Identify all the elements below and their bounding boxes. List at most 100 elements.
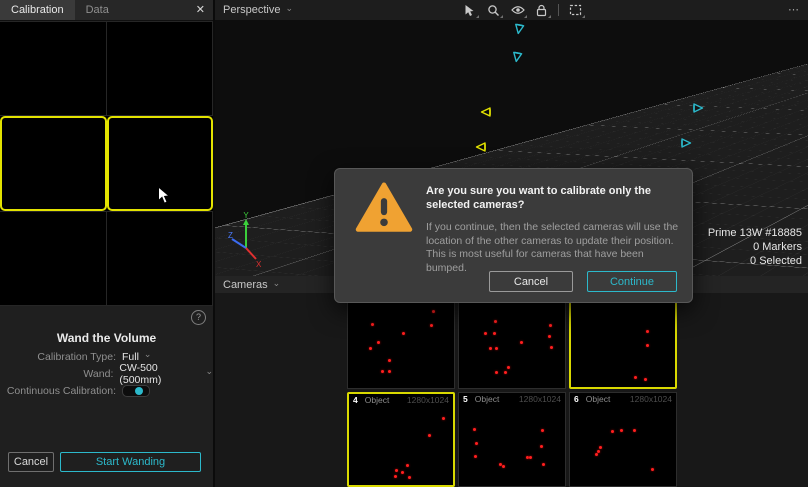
marker-dot [401, 471, 404, 474]
dialog-continue-button[interactable]: Continue [587, 271, 677, 292]
visibility-eye-icon[interactable] [510, 3, 525, 18]
marker-dot [394, 475, 397, 478]
view-selector[interactable]: Perspective [215, 4, 293, 16]
marker-dot [504, 371, 507, 374]
camera-thumbnail[interactable]: 5Object1280x1024 [458, 392, 566, 487]
selection-info-overlay: Prime 13W #18885 0 Markers 0 Selected [708, 226, 802, 268]
svg-text:Y: Y [243, 212, 249, 220]
marker-dot [540, 445, 543, 448]
selected-count-text: 0 Selected [708, 254, 802, 268]
marker-dot [371, 323, 374, 326]
camera-name-text: Prime 13W #18885 [708, 226, 802, 240]
camera-3d-marker[interactable] [474, 140, 488, 154]
camera-preview-cell[interactable] [0, 211, 107, 306]
camera-thumbnail-view [459, 405, 565, 486]
tab-data[interactable]: Data [75, 0, 120, 20]
camera-preview-cell[interactable] [0, 116, 107, 211]
marker-dot [381, 370, 384, 373]
marker-dot [634, 376, 637, 379]
marker-dot [402, 332, 405, 335]
camera-thumbnail[interactable] [569, 294, 677, 389]
marker-dot [541, 429, 544, 432]
marker-dot [646, 330, 649, 333]
camera-3d-marker[interactable] [509, 49, 525, 65]
svg-text:X: X [256, 260, 262, 268]
marquee-select-icon[interactable] [568, 3, 583, 18]
calibration-type-label: Calibration Type: [0, 351, 122, 363]
marker-dot [388, 370, 391, 373]
camera-preview-cell[interactable] [107, 211, 214, 306]
lock-icon[interactable] [534, 3, 549, 18]
camera-thumbnail[interactable] [458, 294, 566, 389]
cancel-button[interactable]: Cancel [8, 452, 54, 472]
camera-3d-marker[interactable] [511, 21, 527, 37]
marker-dot [475, 442, 478, 445]
motive-app-window: Calibration Data Wand the Volume Calibra… [0, 0, 808, 487]
camera-thumbnail[interactable] [347, 294, 455, 389]
camera-thumbnail-view [349, 406, 453, 487]
toolbar-separator [558, 4, 559, 16]
marker-dot [369, 347, 372, 350]
marker-dot [595, 453, 598, 456]
start-wanding-button[interactable]: Start Wanding [60, 452, 201, 472]
camera-thumbnail-header: 5Object1280x1024 [459, 393, 565, 405]
camera-3d-marker[interactable] [679, 136, 693, 150]
tab-calibration[interactable]: Calibration [0, 0, 75, 20]
marker-dot [442, 417, 445, 420]
cameras-panel: 4Object1280x1024 5Object1280x1024 6 Object 1… [215, 293, 808, 487]
warning-icon [355, 182, 413, 234]
camera-thumbnail-view [459, 295, 565, 376]
marker-dot [529, 456, 532, 459]
camera-thumbnail-view [571, 296, 675, 377]
select-tool-icon[interactable] [462, 3, 477, 18]
camera-3d-marker[interactable] [479, 105, 493, 119]
camera-thumbnail-header: 6 Object 1280x1024 [570, 393, 676, 405]
dialog-title: Are you sure you want to calibrate only … [426, 184, 676, 212]
marker-dot [408, 476, 411, 479]
camera-preview-cell[interactable] [0, 21, 107, 116]
calibrate-confirm-dialog: Are you sure you want to calibrate only … [334, 168, 693, 303]
marker-dot [406, 464, 409, 467]
camera-thumbnail-view [348, 295, 454, 376]
markers-count-text: 0 Markers [708, 240, 802, 254]
marker-dot [611, 430, 614, 433]
section-title: Wand the Volume [0, 331, 213, 345]
camera-mode-label: Object [586, 394, 611, 404]
marker-dot [493, 332, 496, 335]
wand-select[interactable]: CW-500 (500mm) [119, 362, 213, 386]
marker-dot [520, 341, 523, 344]
marker-dot [633, 429, 636, 432]
marker-dot [484, 332, 487, 335]
marker-dot [550, 346, 553, 349]
marker-dot [542, 463, 545, 466]
camera-preview-cell[interactable] [107, 21, 214, 116]
marker-dot [548, 335, 551, 338]
marker-dot [502, 465, 505, 468]
camera-thumbnail[interactable]: 4Object1280x1024 [347, 392, 455, 487]
help-icon[interactable] [191, 310, 206, 325]
marker-dot [430, 324, 433, 327]
camera-preview-grid [0, 21, 213, 306]
marker-dot [388, 359, 391, 362]
marker-dot [395, 469, 398, 472]
camera-3d-marker[interactable] [691, 101, 705, 115]
wand-row: Wand: CW-500 (500mm) [0, 366, 213, 381]
viewport-header: Perspective [215, 0, 808, 21]
continuous-calibration-toggle[interactable] [122, 385, 150, 397]
dialog-cancel-button[interactable]: Cancel [489, 271, 573, 292]
mouse-cursor-icon [157, 186, 170, 205]
camera-number: 4 [353, 395, 358, 405]
viewport-toolbar [462, 0, 583, 20]
camera-thumbnail-header: 4Object1280x1024 [349, 394, 453, 406]
camera-resolution: 1280x1024 [407, 395, 449, 405]
close-icon[interactable] [188, 0, 213, 20]
overflow-menu-icon[interactable] [788, 0, 800, 20]
axis-gizmo-icon: Y Z X [225, 212, 275, 268]
marker-dot [651, 468, 654, 471]
camera-thumbnail[interactable]: 6 Object 1280x1024 [569, 392, 677, 487]
camera-resolution: 1280x1024 [630, 394, 672, 404]
calibration-panel: Calibration Data Wand the Volume Calibra… [0, 0, 215, 487]
marker-dot [599, 446, 602, 449]
zoom-tool-icon[interactable] [486, 3, 501, 18]
camera-number: 6 [574, 394, 579, 404]
